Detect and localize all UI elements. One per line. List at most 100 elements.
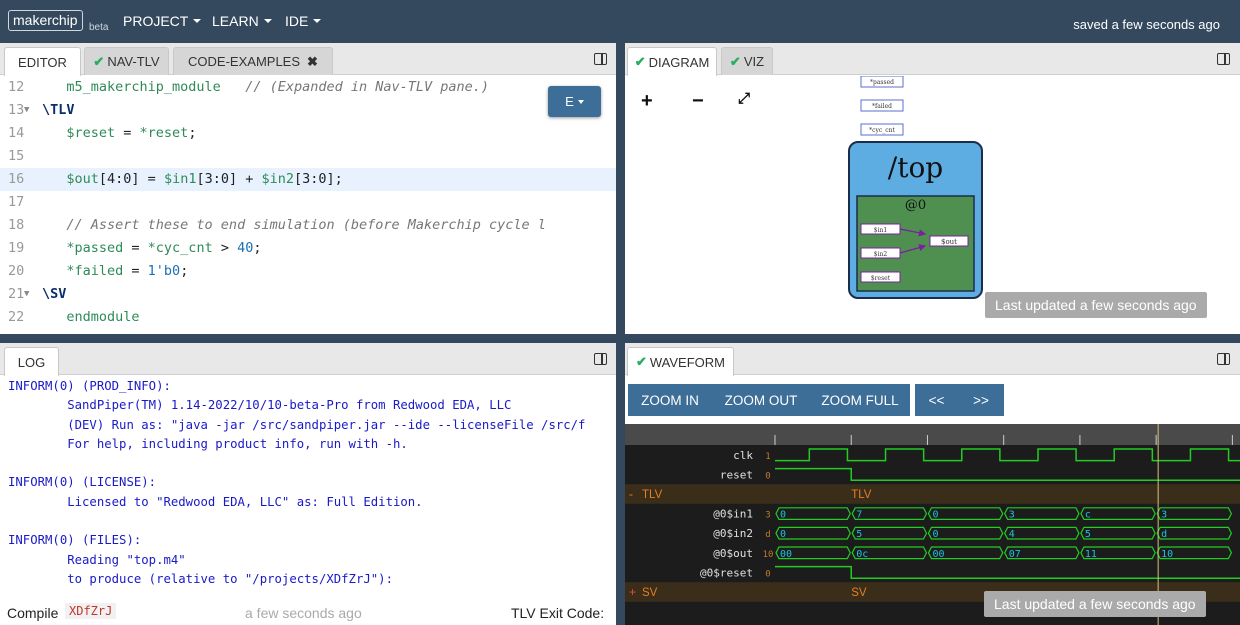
beta-label: beta bbox=[89, 22, 109, 33]
zoom-out-button[interactable]: ZOOM OUT bbox=[712, 384, 810, 416]
horizontal-splitter[interactable] bbox=[0, 334, 1240, 343]
log-line: INFORM(0) (FILES): bbox=[8, 533, 142, 548]
log-line: to produce (relative to "/projects/XDfZr… bbox=[8, 571, 393, 586]
scope-label: SV bbox=[642, 587, 658, 599]
log-line: INFORM(0) (LICENSE): bbox=[8, 475, 157, 490]
line-number: 13 bbox=[8, 102, 25, 118]
tab-code-examples[interactable]: CODE-EXAMPLES ✖ bbox=[173, 47, 333, 75]
compile-id[interactable]: XDfZrJ bbox=[65, 603, 117, 619]
tab-viz[interactable]: ✔ VIZ bbox=[721, 47, 773, 75]
log-line: INFORM(0) (PROD_INFO): bbox=[8, 379, 171, 393]
code-line[interactable]: 14 $reset = *reset; bbox=[0, 122, 616, 145]
code-token: [3:0] bbox=[196, 171, 238, 187]
code-line[interactable]: 21 ▼ \SV bbox=[0, 283, 616, 306]
bus-value: 0 bbox=[932, 529, 938, 540]
tab-log[interactable]: LOG bbox=[4, 347, 59, 376]
log-output[interactable]: INFORM(0) (PROD_INFO): SandPiper(TM) 1.1… bbox=[0, 376, 616, 600]
scope-row[interactable] bbox=[625, 484, 1240, 504]
signal-name[interactable]: @0$out bbox=[713, 547, 753, 560]
bus-value: 5 bbox=[1085, 529, 1091, 540]
code-text: // Assert these to end simulation (befor… bbox=[42, 214, 546, 237]
maximize-pane-icon[interactable] bbox=[594, 53, 607, 65]
menu-ide-label: IDE bbox=[285, 13, 309, 29]
bus-value: 5 bbox=[856, 529, 862, 540]
menu-ide[interactable]: IDE bbox=[285, 13, 322, 29]
scroll-right-button[interactable]: >> bbox=[958, 384, 1004, 416]
tab-nav-tlv[interactable]: ✔ NAV-TLV bbox=[84, 47, 169, 75]
code-line[interactable]: 15 bbox=[0, 145, 616, 168]
code-line[interactable]: 19 *passed = *cyc_cnt > 40; bbox=[0, 237, 616, 260]
signal-name[interactable]: clk bbox=[733, 449, 753, 462]
line-number: 16 bbox=[8, 171, 25, 187]
tab-editor[interactable]: EDITOR bbox=[4, 47, 81, 76]
code-line[interactable]: 17 bbox=[0, 191, 616, 214]
tab-log-label: LOG bbox=[17, 354, 46, 370]
waveform-view[interactable]: ZOOM IN ZOOM OUT ZOOM FULL << >> clk 1 res… bbox=[625, 376, 1240, 625]
code-token: *cyc_cnt bbox=[147, 240, 213, 256]
close-icon[interactable]: ✖ bbox=[307, 54, 318, 70]
caret-down-icon bbox=[313, 19, 322, 23]
diagram-view[interactable]: + − ⤢ *passed *failed *cyc_cnt /top @0 $in… bbox=[625, 76, 1240, 334]
scope-toggle-icon[interactable]: - bbox=[629, 487, 633, 501]
tab-editor-label: EDITOR bbox=[18, 54, 67, 70]
code-token: $in1 bbox=[163, 171, 197, 187]
makerchip-logo[interactable]: makerchip bbox=[8, 10, 83, 31]
code-line[interactable]: 18 // Assert these to end simulation (be… bbox=[0, 214, 616, 237]
code-token: // Assert these to end simulation (befor… bbox=[42, 217, 546, 233]
log-line: For help, including product info, run wi… bbox=[8, 436, 408, 451]
scope-toggle-icon[interactable]: + bbox=[629, 585, 636, 599]
signal-name[interactable]: @0$reset bbox=[700, 566, 753, 579]
code-token: $in2 bbox=[261, 171, 294, 187]
line-number: 17 bbox=[8, 194, 25, 210]
tab-diagram[interactable]: ✔ DIAGRAM bbox=[627, 47, 717, 76]
bus-value: 7 bbox=[856, 510, 862, 521]
tab-waveform[interactable]: ✔ WAVEFORM bbox=[627, 347, 734, 376]
zoom-full-button[interactable]: ZOOM FULL bbox=[810, 384, 910, 416]
code-text: endmodule bbox=[42, 306, 139, 329]
scope-wave-label: TLV bbox=[851, 489, 872, 501]
menu-learn[interactable]: LEARN bbox=[212, 13, 272, 29]
zoom-in-button[interactable]: ZOOM IN bbox=[628, 384, 712, 416]
maximize-pane-icon[interactable] bbox=[1217, 353, 1230, 365]
bus-value: 0 bbox=[932, 510, 938, 521]
code-token: *failed bbox=[42, 263, 124, 279]
bus-value: 0 bbox=[780, 510, 786, 521]
fold-arrow-icon[interactable]: ▼ bbox=[24, 283, 29, 306]
signal-label: *passed bbox=[870, 79, 894, 86]
code-line[interactable]: 16 $out[4:0] = $in1[3:0] + $in2[3:0]; bbox=[0, 168, 616, 191]
code-line[interactable]: 13 ▼ \TLV bbox=[0, 99, 616, 122]
code-token: = bbox=[115, 125, 140, 141]
code-line[interactable]: 20 *failed = 1'b0; bbox=[0, 260, 616, 283]
save-status: saved a few seconds ago bbox=[1073, 17, 1220, 32]
code-editor[interactable]: 12 m5_makerchip_module // (Expanded in N… bbox=[0, 76, 616, 334]
top-navbar: makerchip beta PROJECT LEARN IDE saved a… bbox=[0, 0, 1240, 43]
code-text: $reset = *reset; bbox=[42, 122, 196, 145]
code-token: + bbox=[237, 171, 262, 187]
fold-arrow-icon[interactable]: ▼ bbox=[24, 99, 29, 122]
signal-label: *cyc_cnt bbox=[869, 127, 895, 134]
code-lines: 12 m5_makerchip_module // (Expanded in N… bbox=[0, 76, 616, 329]
line-number: 15 bbox=[8, 148, 25, 164]
menu-project[interactable]: PROJECT bbox=[123, 13, 202, 29]
bus-value: 10 bbox=[1161, 549, 1173, 560]
signal-name[interactable]: @0$in2 bbox=[713, 527, 753, 540]
top-label: /top bbox=[888, 151, 943, 184]
code-text: *failed = 1'b0; bbox=[42, 260, 188, 283]
signal-name[interactable]: @0$in1 bbox=[713, 508, 753, 521]
scope-label: TLV bbox=[642, 489, 663, 501]
log-lines: INFORM(0) (PROD_INFO): SandPiper(TM) 1.1… bbox=[0, 376, 616, 589]
maximize-pane-icon[interactable] bbox=[1217, 53, 1230, 65]
code-line[interactable]: 22 endmodule bbox=[0, 306, 616, 329]
bus-value: 07 bbox=[1009, 549, 1021, 560]
diagram-tabbar: ✔ DIAGRAM ✔ VIZ bbox=[625, 43, 1240, 76]
waveform-status: Last updated a few seconds ago bbox=[984, 591, 1206, 617]
e-menu-button[interactable]: E bbox=[548, 86, 601, 117]
signal-name[interactable]: reset bbox=[720, 468, 753, 481]
scroll-left-button[interactable]: << bbox=[915, 384, 958, 416]
code-token: [4:0] bbox=[98, 171, 140, 187]
code-token: 1'b0 bbox=[147, 263, 181, 279]
code-line[interactable]: 12 m5_makerchip_module // (Expanded in N… bbox=[0, 76, 616, 99]
code-token: ; bbox=[180, 263, 189, 279]
log-line: Reading "top.m4" bbox=[8, 552, 186, 567]
maximize-pane-icon[interactable] bbox=[594, 353, 607, 365]
